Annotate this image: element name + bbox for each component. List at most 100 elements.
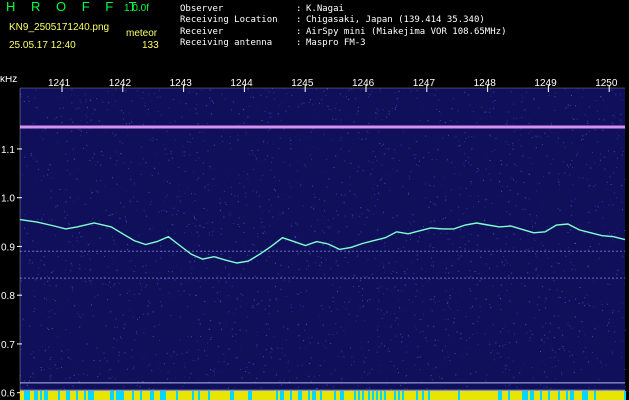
noise-dot [573,265,575,266]
noise-dot [450,261,452,263]
noise-dot [243,122,245,124]
activity-bar-segment [302,391,304,400]
noise-dot [257,109,258,111]
noise-dot [217,361,219,363]
noise-dot [273,335,275,337]
noise-dot [593,185,595,187]
noise-dot [277,196,279,198]
noise-dot [434,339,436,341]
noise-dot [266,259,268,261]
noise-dot [258,195,260,197]
activity-bar-segment [498,391,500,400]
noise-dot [313,376,315,378]
noise-dot [109,281,111,283]
noise-dot [361,213,363,215]
noise-dot [171,157,173,159]
noise-dot [134,339,136,341]
noise-dot [278,148,280,149]
noise-dot [586,294,588,296]
noise-dot [401,290,403,292]
activity-bar-segment [328,391,330,400]
noise-dot [494,149,496,151]
noise-dot [251,260,253,262]
noise-dot [184,376,186,378]
noise-dot [164,279,166,281]
noise-dot [348,150,350,152]
activity-bar-segment [254,391,256,400]
noise-dot [51,177,53,179]
noise-dot [252,96,254,98]
activity-bar-segment [576,391,578,400]
noise-dot [169,122,171,124]
noise-dot [90,220,91,222]
noise-dot [509,342,510,344]
noise-dot [402,133,404,134]
activity-bar-segment [182,391,184,400]
noise-dot [606,181,608,183]
activity-bar-segment [588,391,590,400]
noise-dot [469,288,471,290]
noise-dot [121,231,123,233]
noise-dot [419,331,421,333]
noise-dot [474,271,476,272]
filename-label: KN9_2505171240.png [9,22,110,33]
noise-dot [441,184,443,186]
noise-dot [427,325,429,327]
noise-dot [297,365,299,367]
activity-bar-segment [74,391,76,400]
noise-dot [359,279,361,281]
noise-dot [139,280,141,282]
noise-dot [577,153,579,155]
noise-dot [381,177,383,179]
noise-dot [202,131,204,133]
noise-dot [537,274,539,276]
noise-dot [529,340,531,342]
noise-dot [34,279,36,281]
noise-dot [92,315,94,317]
noise-dot [291,225,292,227]
activity-bar-segment [494,391,496,400]
noise-dot [612,204,614,206]
noise-dot [571,327,573,329]
noise-dot [252,190,254,192]
activity-bar-segment [594,391,596,400]
noise-dot [368,210,370,212]
noise-dot [188,109,190,111]
noise-dot [520,128,522,130]
noise-dot [98,220,100,222]
noise-dot [512,376,514,378]
activity-bar-segment [330,391,332,400]
noise-dot [163,143,165,145]
noise-dot [608,330,610,332]
noise-dot [458,140,460,142]
noise-dot [589,305,591,307]
activity-bar-segment [62,391,64,400]
noise-dot [230,212,232,214]
noise-dot [382,109,384,111]
noise-dot [500,356,502,358]
noise-dot [233,387,235,389]
noise-dot [352,214,354,216]
noise-dot [152,137,154,139]
noise-dot [184,192,186,194]
noise-dot [459,257,460,259]
noise-dot [297,182,299,184]
noise-dot [83,255,85,257]
noise-dot [384,182,386,184]
noise-dot [97,191,99,193]
noise-dot [344,256,346,258]
noise-dot [228,295,230,297]
noise-dot [479,116,481,118]
noise-dot [535,269,537,271]
noise-dot [447,319,449,320]
noise-dot [306,268,308,270]
noise-dot [195,219,197,221]
noise-dot [42,130,44,132]
noise-dot [327,105,329,107]
noise-dot [420,292,422,294]
noise-dot [207,184,209,186]
noise-dot [57,256,59,258]
noise-dot [541,360,543,362]
activity-bar-segment [32,391,34,400]
activity-bar-segment [282,391,284,400]
